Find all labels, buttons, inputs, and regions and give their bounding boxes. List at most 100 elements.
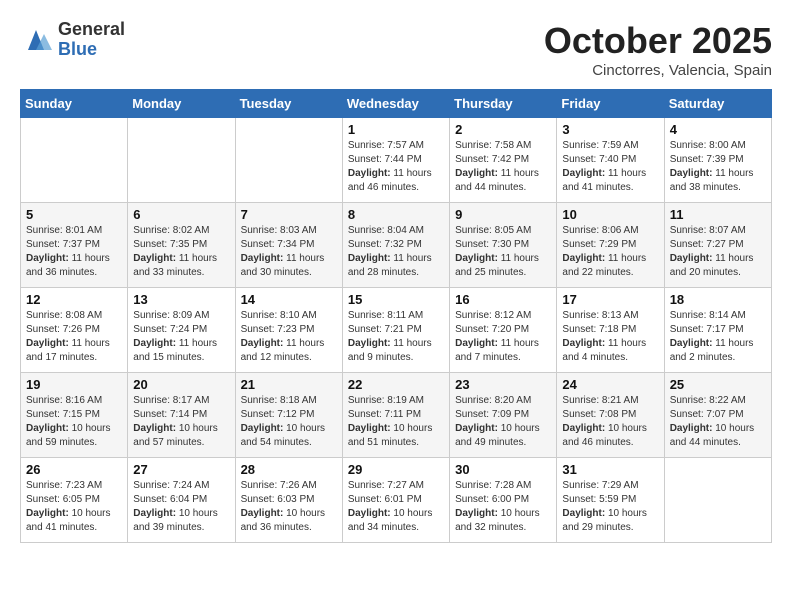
day-info: Sunrise: 8:18 AMSunset: 7:12 PMDaylight:… <box>241 394 337 450</box>
day-number: 29 <box>348 462 444 477</box>
location-subtitle: Cinctorres, Valencia, Spain <box>544 62 772 79</box>
day-info: Sunrise: 8:14 AMSunset: 7:17 PMDaylight:… <box>670 309 766 365</box>
day-info: Sunrise: 7:27 AMSunset: 6:01 PMDaylight:… <box>348 479 444 535</box>
calendar-cell: 19Sunrise: 8:16 AMSunset: 7:15 PMDayligh… <box>21 373 128 458</box>
day-info: Sunrise: 8:19 AMSunset: 7:11 PMDaylight:… <box>348 394 444 450</box>
day-number: 26 <box>26 462 122 477</box>
day-info: Sunrise: 8:13 AMSunset: 7:18 PMDaylight:… <box>562 309 658 365</box>
calendar-body: 1Sunrise: 7:57 AMSunset: 7:44 PMDaylight… <box>21 118 772 543</box>
day-number: 25 <box>670 377 766 392</box>
day-number: 18 <box>670 292 766 307</box>
weekday-header-friday: Friday <box>557 90 664 118</box>
day-info: Sunrise: 8:09 AMSunset: 7:24 PMDaylight:… <box>133 309 229 365</box>
weekday-header-monday: Monday <box>128 90 235 118</box>
day-number: 30 <box>455 462 551 477</box>
day-info: Sunrise: 7:57 AMSunset: 7:44 PMDaylight:… <box>348 139 444 195</box>
weekday-header-thursday: Thursday <box>450 90 557 118</box>
logo-text: General Blue <box>58 20 125 60</box>
calendar-cell <box>21 118 128 203</box>
day-number: 5 <box>26 207 122 222</box>
day-number: 31 <box>562 462 658 477</box>
day-number: 16 <box>455 292 551 307</box>
day-info: Sunrise: 7:24 AMSunset: 6:04 PMDaylight:… <box>133 479 229 535</box>
calendar-cell: 17Sunrise: 8:13 AMSunset: 7:18 PMDayligh… <box>557 288 664 373</box>
day-info: Sunrise: 8:01 AMSunset: 7:37 PMDaylight:… <box>26 224 122 280</box>
day-number: 7 <box>241 207 337 222</box>
calendar-cell: 20 Sunrise: 8:17 AMSunset: 7:14 PMDayligh… <box>128 373 235 458</box>
weekday-header-wednesday: Wednesday <box>342 90 449 118</box>
day-info: Sunrise: 8:20 AMSunset: 7:09 PMDaylight:… <box>455 394 551 450</box>
calendar-cell <box>235 118 342 203</box>
day-number: 28 <box>241 462 337 477</box>
day-info: Sunrise: 7:29 AMSunset: 5:59 PMDaylight:… <box>562 479 658 535</box>
calendar-cell: 5 Sunrise: 8:01 AMSunset: 7:37 PMDaylight… <box>21 203 128 288</box>
calendar-cell: 1Sunrise: 7:57 AMSunset: 7:44 PMDaylight… <box>342 118 449 203</box>
calendar-week-5: 26 Sunrise: 7:23 AMSunset: 6:05 PMDayligh… <box>21 458 772 543</box>
calendar-cell: 7 Sunrise: 8:03 AMSunset: 7:34 PMDaylight… <box>235 203 342 288</box>
calendar-cell: 13 Sunrise: 8:09 AMSunset: 7:24 PMDayligh… <box>128 288 235 373</box>
calendar-cell: 4Sunrise: 8:00 AMSunset: 7:39 PMDaylight… <box>664 118 771 203</box>
calendar-cell: 11Sunrise: 8:07 AMSunset: 7:27 PMDayligh… <box>664 203 771 288</box>
calendar-cell: 28Sunrise: 7:26 AMSunset: 6:03 PMDayligh… <box>235 458 342 543</box>
calendar-cell: 27 Sunrise: 7:24 AMSunset: 6:04 PMDayligh… <box>128 458 235 543</box>
calendar-cell: 31 Sunrise: 7:29 AMSunset: 5:59 PMDayligh… <box>557 458 664 543</box>
logo: General Blue <box>20 20 125 60</box>
day-number: 14 <box>241 292 337 307</box>
day-number: 6 <box>133 207 229 222</box>
calendar-cell: 23 Sunrise: 8:20 AMSunset: 7:09 PMDayligh… <box>450 373 557 458</box>
day-number: 20 <box>133 377 229 392</box>
day-info: Sunrise: 7:58 AMSunset: 7:42 PMDaylight:… <box>455 139 551 195</box>
day-number: 22 <box>348 377 444 392</box>
weekday-row: SundayMondayTuesdayWednesdayThursdayFrid… <box>21 90 772 118</box>
calendar-cell: 14Sunrise: 8:10 AMSunset: 7:23 PMDayligh… <box>235 288 342 373</box>
calendar-cell: 26 Sunrise: 7:23 AMSunset: 6:05 PMDayligh… <box>21 458 128 543</box>
day-info: Sunrise: 8:11 AMSunset: 7:21 PMDaylight:… <box>348 309 444 365</box>
day-info: Sunrise: 8:02 AMSunset: 7:35 PMDaylight:… <box>133 224 229 280</box>
day-info: Sunrise: 8:06 AMSunset: 7:29 PMDaylight:… <box>562 224 658 280</box>
calendar-cell: 10 Sunrise: 8:06 AMSunset: 7:29 PMDayligh… <box>557 203 664 288</box>
weekday-header-sunday: Sunday <box>21 90 128 118</box>
calendar-cell: 15Sunrise: 8:11 AMSunset: 7:21 PMDayligh… <box>342 288 449 373</box>
weekday-header-tuesday: Tuesday <box>235 90 342 118</box>
calendar-week-1: 1Sunrise: 7:57 AMSunset: 7:44 PMDaylight… <box>21 118 772 203</box>
day-number: 19 <box>26 377 122 392</box>
calendar-cell: 9Sunrise: 8:05 AMSunset: 7:30 PMDaylight… <box>450 203 557 288</box>
day-info: Sunrise: 8:03 AMSunset: 7:34 PMDaylight:… <box>241 224 337 280</box>
calendar-week-4: 19Sunrise: 8:16 AMSunset: 7:15 PMDayligh… <box>21 373 772 458</box>
calendar-cell <box>664 458 771 543</box>
logo-blue: Blue <box>58 40 125 60</box>
day-number: 2 <box>455 122 551 137</box>
day-number: 9 <box>455 207 551 222</box>
calendar-week-3: 12Sunrise: 8:08 AMSunset: 7:26 PMDayligh… <box>21 288 772 373</box>
calendar-header: SundayMondayTuesdayWednesdayThursdayFrid… <box>21 90 772 118</box>
calendar-cell: 30 Sunrise: 7:28 AMSunset: 6:00 PMDayligh… <box>450 458 557 543</box>
calendar-cell: 16Sunrise: 8:12 AMSunset: 7:20 PMDayligh… <box>450 288 557 373</box>
day-number: 21 <box>241 377 337 392</box>
page-header: General Blue October 2025 Cinctorres, Va… <box>20 20 772 79</box>
day-info: Sunrise: 7:59 AMSunset: 7:40 PMDaylight:… <box>562 139 658 195</box>
calendar-cell: 18 Sunrise: 8:14 AMSunset: 7:17 PMDayligh… <box>664 288 771 373</box>
day-number: 3 <box>562 122 658 137</box>
logo-icon <box>20 26 52 54</box>
calendar-cell: 29 Sunrise: 7:27 AMSunset: 6:01 PMDayligh… <box>342 458 449 543</box>
weekday-header-saturday: Saturday <box>664 90 771 118</box>
day-info: Sunrise: 7:28 AMSunset: 6:00 PMDaylight:… <box>455 479 551 535</box>
day-info: Sunrise: 8:22 AMSunset: 7:07 PMDaylight:… <box>670 394 766 450</box>
calendar-week-2: 5 Sunrise: 8:01 AMSunset: 7:37 PMDaylight… <box>21 203 772 288</box>
day-number: 27 <box>133 462 229 477</box>
logo-general: General <box>58 20 125 40</box>
calendar-cell: 3 Sunrise: 7:59 AMSunset: 7:40 PMDaylight… <box>557 118 664 203</box>
day-info: Sunrise: 7:23 AMSunset: 6:05 PMDaylight:… <box>26 479 122 535</box>
day-info: Sunrise: 8:17 AMSunset: 7:14 PMDaylight:… <box>133 394 229 450</box>
day-number: 23 <box>455 377 551 392</box>
day-number: 24 <box>562 377 658 392</box>
calendar-cell: 12Sunrise: 8:08 AMSunset: 7:26 PMDayligh… <box>21 288 128 373</box>
day-number: 10 <box>562 207 658 222</box>
day-info: Sunrise: 8:21 AMSunset: 7:08 PMDaylight:… <box>562 394 658 450</box>
day-number: 8 <box>348 207 444 222</box>
day-number: 11 <box>670 207 766 222</box>
calendar-cell: 2 Sunrise: 7:58 AMSunset: 7:42 PMDaylight… <box>450 118 557 203</box>
day-number: 13 <box>133 292 229 307</box>
day-info: Sunrise: 8:08 AMSunset: 7:26 PMDaylight:… <box>26 309 122 365</box>
calendar-cell: 21 Sunrise: 8:18 AMSunset: 7:12 PMDayligh… <box>235 373 342 458</box>
